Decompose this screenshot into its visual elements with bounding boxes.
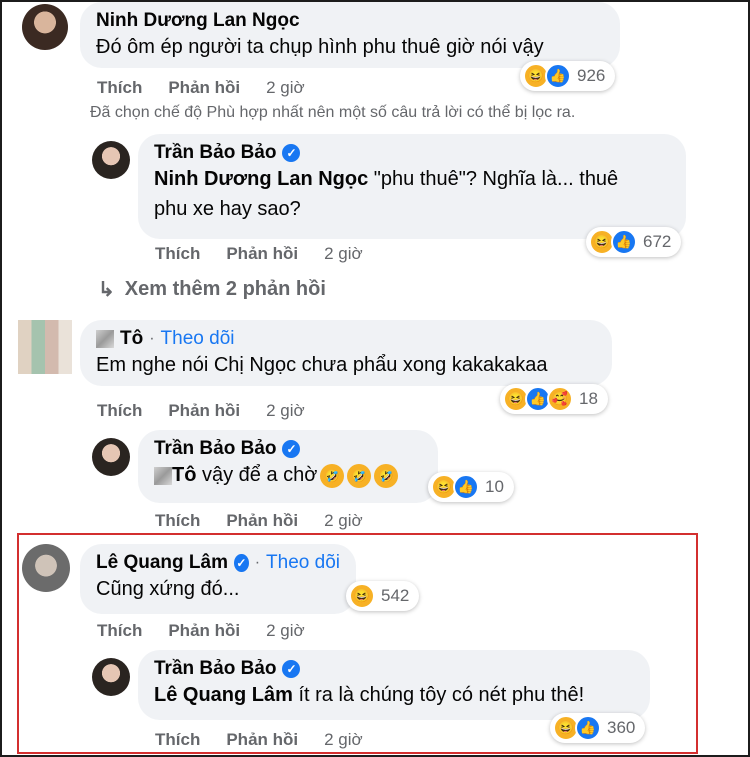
blurred-avatar-icon [154,466,172,485]
reply-text-part: "phu thuê"? Nghĩa là... thuê [368,168,619,190]
comment-text: Đó ôm ép người ta chụp hình phu thuê giờ… [96,36,544,58]
mention-link[interactable]: Tô [172,464,196,486]
commenter-name-text[interactable]: Trần Bảo Bảo [154,142,276,164]
filter-notice: Đã chọn chế độ Phù hợp nhất nên một số c… [90,104,576,121]
comment-text: Cũng xứng đó... [96,578,240,600]
comment-actions: Thích Phản hồi 2 giờ [155,244,363,264]
like-button[interactable]: Thích [97,621,142,641]
reaction-summary[interactable]: 😆 👍 🥰 18 [500,384,608,414]
follow-button[interactable]: Theo dõi [266,552,340,574]
reaction-summary[interactable]: 😆 👍 926 [520,61,616,91]
commenter-name-text[interactable]: Trần Bảo Bảo [154,658,276,680]
avatar[interactable] [22,544,70,592]
avatar[interactable] [22,4,68,50]
commenter-name[interactable]: Tô · Theo dõi [96,328,596,350]
reaction-count: 672 [643,232,672,251]
reply-text-part: vậy để a chờ [196,464,318,486]
mention-link[interactable]: Ninh Dương Lan Ngọc [154,168,368,190]
reply-button[interactable]: Phản hồi [168,401,240,421]
comment-bubble: Tô · Theo dõi Em nghe nói Chị Ngọc chưa ph… [80,320,612,386]
reply-bubble: Trần Bảo Bảo ✓ Tô vậy để a chờ 🤣 🤣 🤣 [138,430,438,503]
reaction-summary[interactable]: 😆 542 [346,581,420,611]
like-icon: 👍 [611,229,637,255]
timestamp[interactable]: 2 giờ [324,244,363,264]
rofl-icon: 🤣 [320,463,345,488]
commenter-name[interactable]: Ninh Dương Lan Ngọc [96,10,604,32]
rofl-icon: 🤣 [374,463,399,488]
comment-actions: Thích Phản hồi 2 giờ [97,78,305,98]
reply-button[interactable]: Phản hồi [168,78,240,98]
reply-text-part: ít ra là chúng tôy có nét phu thê! [292,684,585,706]
separator: · [149,330,155,347]
timestamp[interactable]: 2 giờ [266,621,305,641]
verified-icon: ✓ [282,660,301,678]
reply-text: Tô vậy để a chờ 🤣 🤣 🤣 [154,460,422,490]
reply-button[interactable]: Phản hồi [226,730,298,750]
avatar[interactable] [92,438,130,476]
avatar[interactable] [18,320,72,374]
comment-actions: Thích Phản hồi 2 giờ [155,730,363,750]
like-icon: 👍 [575,715,601,741]
comment-actions: Thích Phản hồi 2 giờ [97,401,305,421]
commenter-name[interactable]: Lê Quang Lâm ✓ · Theo dõi [96,552,340,574]
commenter-name-text[interactable]: Tô [120,328,143,350]
comment-actions: Thích Phản hồi 2 giờ [155,511,363,531]
like-icon: 👍 [545,63,571,89]
verified-icon: ✓ [233,554,249,572]
commenter-name[interactable]: Trần Bảo Bảo ✓ [154,142,670,164]
commenter-name[interactable]: Trần Bảo Bảo ✓ [154,438,422,460]
reaction-summary[interactable]: 😆 👍 10 [428,472,514,502]
reply-button[interactable]: Phản hồi [226,511,298,531]
timestamp[interactable]: 2 giờ [266,78,305,98]
reaction-count: 360 [607,718,636,737]
commenter-name-text[interactable]: Trần Bảo Bảo [154,438,276,460]
blurred-avatar-icon [96,330,114,348]
commenter-name[interactable]: Trần Bảo Bảo ✓ [154,658,634,680]
rofl-icon: 🤣 [347,463,372,488]
separator: · [254,554,261,571]
like-icon: 👍 [453,474,479,500]
see-more-label[interactable]: Xem thêm 2 phản hồi [125,278,326,301]
mention-link[interactable]: Lê Quang Lâm [154,684,293,706]
reaction-count: 542 [381,586,410,605]
timestamp[interactable]: 2 giờ [266,401,305,421]
like-button[interactable]: Thích [97,78,142,98]
comment-bubble: Lê Quang Lâm ✓ · Theo dõi Cũng xứng đó... [80,544,356,614]
comment-bubble: Ninh Dương Lan Ngọc Đó ôm ép người ta ch… [80,2,620,68]
reaction-count: 18 [579,389,598,408]
timestamp[interactable]: 2 giờ [324,511,363,531]
avatar[interactable] [92,141,130,179]
reply-text: Lê Quang Lâm ít ra là chúng tôy có nét p… [154,680,634,710]
reaction-count: 10 [485,477,504,496]
reaction-summary[interactable]: 😆 👍 672 [586,227,682,257]
see-more-replies[interactable]: ↳ Xem thêm 2 phản hồi [98,277,326,302]
commenter-name-text[interactable]: Lê Quang Lâm [96,552,228,574]
like-button[interactable]: Thích [155,511,200,531]
verified-icon: ✓ [282,144,301,162]
reply-arrow-icon: ↳ [98,279,115,301]
verified-icon: ✓ [282,440,301,458]
reaction-count: 926 [577,66,606,85]
care-icon: 🥰 [547,386,573,412]
haha-icon: 😆 [349,583,375,609]
like-button[interactable]: Thích [155,730,200,750]
reply-text-part: phu xe hay sao? [154,198,301,220]
follow-button[interactable]: Theo dõi [161,328,235,350]
reply-bubble: Trần Bảo Bảo ✓ Lê Quang Lâm ít ra là chún… [138,650,650,720]
reply-bubble: Trần Bảo Bảo ✓ Ninh Dương Lan Ngọc "phu t… [138,134,686,239]
timestamp[interactable]: 2 giờ [324,730,363,750]
reply-button[interactable]: Phản hồi [226,244,298,264]
like-button[interactable]: Thích [97,401,142,421]
reply-button[interactable]: Phản hồi [168,621,240,641]
avatar[interactable] [92,658,130,696]
comment-actions: Thích Phản hồi 2 giờ [97,621,305,641]
reaction-summary[interactable]: 😆 👍 360 [550,713,646,743]
comment-text: Em nghe nói Chị Ngọc chưa phẩu xong kaka… [96,354,548,376]
reply-text: Ninh Dương Lan Ngọc "phu thuê"? Nghĩa là… [154,164,670,224]
like-button[interactable]: Thích [155,244,200,264]
